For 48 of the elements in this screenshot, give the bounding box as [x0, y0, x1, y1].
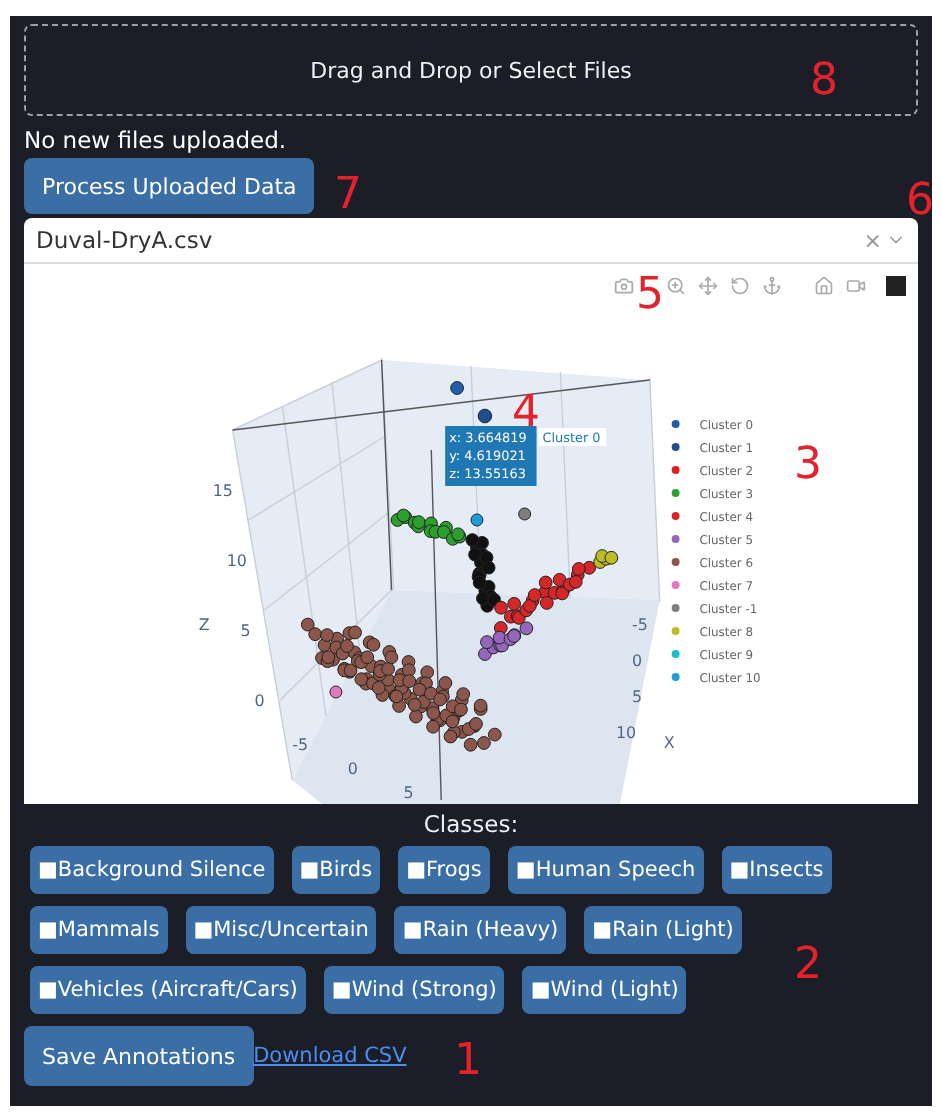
class-button[interactable]: ■Rain (Light)	[584, 906, 742, 954]
annotation-number: 1	[454, 1040, 482, 1084]
download-link[interactable]: Download CSV	[253, 1044, 407, 1068]
axis-tick: 5	[240, 621, 251, 640]
zoom-icon[interactable]	[666, 276, 686, 296]
rotate-icon[interactable]	[730, 276, 750, 296]
pan-icon[interactable]	[698, 276, 718, 296]
class-button[interactable]: ■Mammals	[30, 906, 168, 954]
class-button[interactable]: ■Wind (Light)	[522, 966, 687, 1014]
camera-icon[interactable]	[614, 276, 634, 296]
process-button[interactable]: Process Uploaded Data	[24, 158, 315, 214]
axis-tick: 0	[347, 759, 358, 778]
axis-tick: 5	[403, 783, 414, 802]
annotation-number: 7	[334, 174, 362, 218]
class-button[interactable]: ■Vehicles (Aircraft/Cars)	[30, 966, 306, 1014]
class-button[interactable]: ■Wind (Strong)	[323, 966, 505, 1014]
classes-title: Classes:	[421, 810, 521, 838]
annotation-number: 5	[636, 274, 664, 318]
class-button[interactable]: ■Frogs	[398, 846, 490, 894]
class-button[interactable]: ■Insects	[721, 846, 832, 894]
save-button[interactable]: Save Annotations	[24, 1026, 254, 1086]
axis-tick: 0	[631, 651, 643, 670]
select-value: Duval-DryA.csv	[36, 226, 215, 254]
class-button[interactable]: ■Background Silence	[30, 846, 274, 894]
axis-tick: 10	[226, 551, 247, 570]
axis-tick: 15	[212, 481, 233, 500]
annotation-number: 2	[794, 944, 822, 988]
class-button[interactable]: ■Misc/Uncertain	[185, 906, 377, 954]
axis-tick: 5	[631, 687, 643, 706]
hover-tooltip	[445, 426, 537, 486]
video-camera-icon[interactable]	[846, 276, 866, 296]
class-button[interactable]: ■Rain (Heavy)	[394, 906, 567, 954]
annotation-number: 6	[906, 180, 934, 224]
axis-tick: 0	[254, 691, 265, 710]
annotation-number: 3	[794, 444, 822, 488]
annotation-number: 8	[810, 60, 838, 104]
axis-tick: -5	[631, 615, 648, 634]
file-select[interactable]: Duval-DryA.csv ×	[24, 218, 918, 264]
home-icon[interactable]	[814, 276, 834, 296]
axis-tick: 10	[616, 723, 637, 742]
axis-tick: -5	[292, 735, 309, 754]
upload-status: No new files uploaded.	[24, 124, 289, 158]
class-button[interactable]: ■Birds	[291, 846, 381, 894]
class-button[interactable]: ■Human Speech	[507, 846, 704, 894]
axis-label: Z	[198, 615, 210, 634]
clear-button[interactable]: ×	[863, 227, 882, 253]
axis-label: X	[663, 733, 675, 752]
anchor-icon[interactable]	[762, 276, 782, 296]
